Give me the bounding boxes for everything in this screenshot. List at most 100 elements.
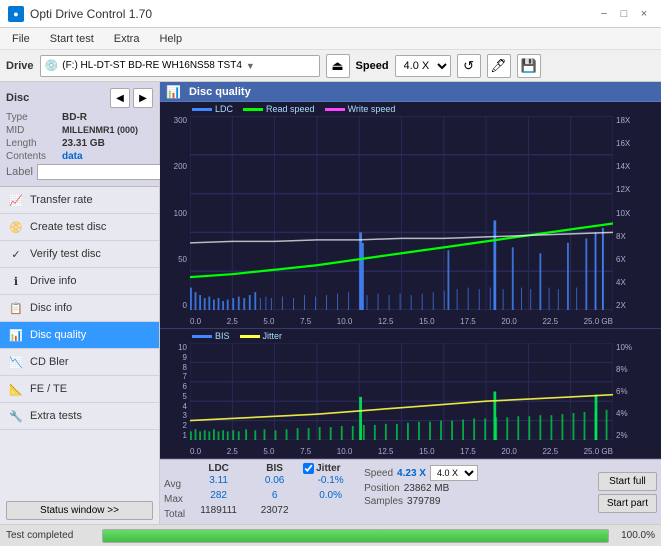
y-label-300: 300 bbox=[174, 116, 187, 125]
drive-name: (F:) HL-DT-ST BD-RE WH16NS58 TST4 bbox=[62, 60, 242, 71]
mid-value: MILLENMR1 (000) bbox=[62, 125, 138, 136]
app-title: Opti Drive Control 1.70 bbox=[30, 7, 152, 21]
speed-info-label: Speed bbox=[364, 468, 393, 479]
speed-select[interactable]: 4.0 X 2.0 X 8.0 X bbox=[395, 55, 451, 77]
avg-label: Avg bbox=[164, 477, 185, 491]
progress-percent: 100.0% bbox=[615, 530, 655, 541]
main-area: Disc ◀ ▶ Type BD-R MID MILLENMR1 (000) L… bbox=[0, 82, 661, 524]
verify-test-disc-icon: ✓ bbox=[8, 246, 24, 262]
legend-read-speed-label: Read speed bbox=[266, 104, 315, 114]
speed-select-2[interactable]: 4.0 X bbox=[430, 465, 478, 481]
chart1-svg bbox=[190, 116, 613, 310]
verify-test-disc-label: Verify test disc bbox=[30, 248, 101, 260]
menu-help[interactable]: Help bbox=[151, 31, 190, 47]
nav-create-test-disc[interactable]: 📀 Create test disc bbox=[0, 214, 159, 241]
status-window-button[interactable]: Status window >> bbox=[6, 501, 153, 520]
y-axis2-left: 10 9 8 7 6 5 4 3 2 1 bbox=[160, 343, 190, 440]
disc-quality-icon: 📊 bbox=[166, 85, 181, 99]
position-value: 23862 MB bbox=[404, 483, 450, 494]
position-label: Position bbox=[364, 483, 400, 494]
disc-next-button[interactable]: ▶ bbox=[133, 88, 153, 108]
speed-info-value: 4.23 X bbox=[397, 468, 426, 479]
stats-bis-col: BIS 0.06 6 23072 bbox=[252, 463, 297, 521]
nav-extra-tests[interactable]: 🔧 Extra tests bbox=[0, 403, 159, 430]
legend-ldc: LDC bbox=[192, 104, 233, 114]
jitter-max: 0.0% bbox=[303, 490, 358, 504]
chart2-svg bbox=[190, 343, 613, 440]
stats-jitter-col: Jitter -0.1% 0.0% bbox=[303, 463, 358, 521]
read-speed-color bbox=[243, 108, 263, 111]
y-label-200: 200 bbox=[174, 162, 187, 171]
disc-info-label: Disc info bbox=[30, 302, 72, 314]
minimize-button[interactable]: − bbox=[595, 6, 613, 22]
drive-label: Drive bbox=[6, 60, 34, 72]
nav-cd-bler[interactable]: 📉 CD Bler bbox=[0, 349, 159, 376]
extra-tests-label: Extra tests bbox=[30, 410, 82, 422]
drivebar: Drive 💿 (F:) HL-DT-ST BD-RE WH16NS58 TST… bbox=[0, 50, 661, 82]
fe-te-label: FE / TE bbox=[30, 383, 67, 395]
eject-button[interactable]: ⏏ bbox=[326, 54, 350, 78]
menu-file[interactable]: File bbox=[4, 31, 38, 47]
speed-info: Speed 4.23 X 4.0 X Position 23862 MB Sam… bbox=[364, 463, 478, 521]
stats-row-labels: Avg Max Total bbox=[164, 463, 185, 521]
jitter-total bbox=[303, 505, 358, 519]
progress-bar bbox=[102, 529, 609, 543]
nav-fe-te[interactable]: 📐 FE / TE bbox=[0, 376, 159, 403]
nav-transfer-rate[interactable]: 📈 Transfer rate bbox=[0, 187, 159, 214]
disc-info-icon: 📋 bbox=[8, 300, 24, 316]
disc-prev-button[interactable]: ◀ bbox=[110, 88, 130, 108]
x-axis-1: 0.0 2.5 5.0 7.5 10.0 12.5 15.0 17.5 20.0… bbox=[190, 317, 613, 326]
drive-info-label: Drive info bbox=[30, 275, 76, 287]
ldc-max: 282 bbox=[191, 490, 246, 504]
contents-value: data bbox=[62, 151, 83, 162]
drive-selector[interactable]: 💿 (F:) HL-DT-ST BD-RE WH16NS58 TST4 ▼ bbox=[40, 55, 320, 77]
menubar: File Start test Extra Help bbox=[0, 28, 661, 50]
disc-quality-title: Disc quality bbox=[189, 86, 251, 98]
nav-drive-info[interactable]: ℹ Drive info bbox=[0, 268, 159, 295]
app-icon: ● bbox=[8, 6, 24, 22]
progress-label: Test completed bbox=[6, 530, 96, 541]
menu-start-test[interactable]: Start test bbox=[42, 31, 102, 47]
y-label-100: 100 bbox=[174, 209, 187, 218]
nav-verify-test-disc[interactable]: ✓ Verify test disc bbox=[0, 241, 159, 268]
y-axis-right: 18X 16X 14X 12X 10X 8X 6X 4X 2X bbox=[613, 116, 661, 310]
stats-bar: Avg Max Total LDC 3.11 282 1189111 BIS 0… bbox=[160, 459, 661, 524]
legend-read-speed: Read speed bbox=[243, 104, 315, 114]
label-input[interactable] bbox=[37, 164, 171, 180]
speed-label: Speed bbox=[356, 60, 389, 72]
samples-label: Samples bbox=[364, 496, 403, 507]
disc-quality-header: 📊 Disc quality bbox=[160, 82, 661, 102]
stats-ldc-col: LDC 3.11 282 1189111 bbox=[191, 463, 246, 521]
ldc-color bbox=[192, 108, 212, 111]
fe-te-icon: 📐 bbox=[8, 381, 24, 397]
nav-disc-info[interactable]: 📋 Disc info bbox=[0, 295, 159, 322]
jitter-checkbox[interactable] bbox=[303, 463, 314, 474]
type-label: Type bbox=[6, 112, 58, 123]
save-button[interactable]: 💾 bbox=[517, 54, 541, 78]
maximize-button[interactable]: □ bbox=[615, 6, 633, 22]
length-label: Length bbox=[6, 138, 58, 149]
cd-bler-label: CD Bler bbox=[30, 356, 69, 368]
length-value: 23.31 GB bbox=[62, 138, 105, 149]
start-part-button[interactable]: Start part bbox=[598, 494, 657, 513]
max-label: Max bbox=[164, 492, 185, 506]
bis-header: BIS bbox=[252, 463, 297, 474]
y-axis2-right: 10% 8% 6% 4% 2% bbox=[613, 343, 661, 440]
transfer-rate-label: Transfer rate bbox=[30, 194, 93, 206]
disc-section: Disc ◀ ▶ Type BD-R MID MILLENMR1 (000) L… bbox=[0, 82, 159, 187]
extra-tests-icon: 🔧 bbox=[8, 408, 24, 424]
close-button[interactable]: × bbox=[635, 6, 653, 22]
ldc-header: LDC bbox=[191, 463, 246, 474]
cd-bler-icon: 📉 bbox=[8, 354, 24, 370]
menu-extra[interactable]: Extra bbox=[106, 31, 148, 47]
legend-write-speed: Write speed bbox=[325, 104, 396, 114]
disc-quality-icon: 📊 bbox=[8, 327, 24, 343]
write-speed-color bbox=[325, 108, 345, 111]
nav-disc-quality[interactable]: 📊 Disc quality bbox=[0, 322, 159, 349]
start-full-button[interactable]: Start full bbox=[598, 472, 657, 491]
disc-quality-label: Disc quality bbox=[30, 329, 86, 341]
refresh-button[interactable]: ↺ bbox=[457, 54, 481, 78]
drive-icon: 💿 bbox=[45, 59, 59, 72]
edit-button[interactable]: 🖊 bbox=[487, 54, 511, 78]
create-test-disc-icon: 📀 bbox=[8, 219, 24, 235]
